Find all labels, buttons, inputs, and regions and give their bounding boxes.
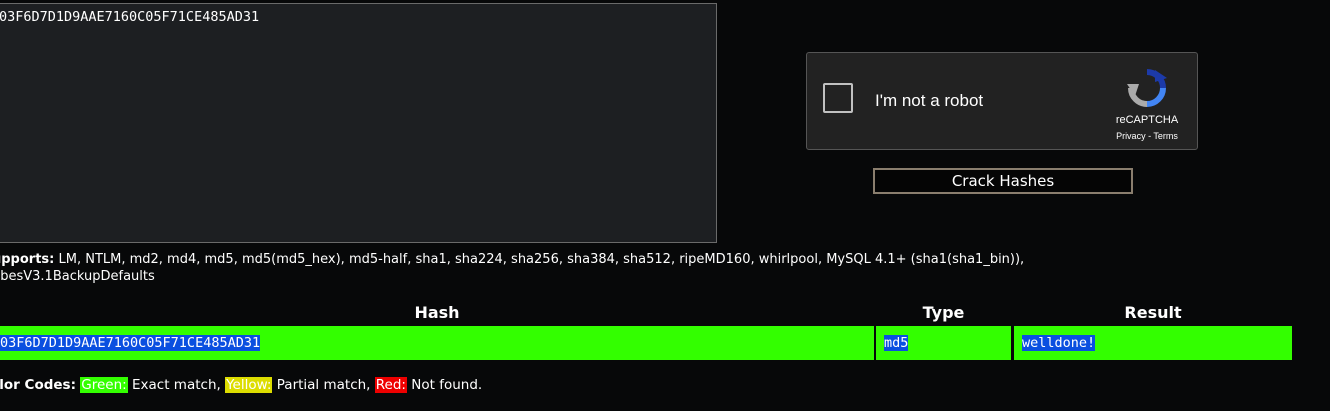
type-column-header: Type: [922, 303, 965, 322]
type-cell-value: md5: [884, 335, 909, 351]
result-column-header: Result: [1124, 303, 1182, 322]
result-cell-value: welldone!: [1022, 335, 1096, 351]
supports-label: upports:: [0, 252, 55, 267]
crack-hashes-button[interactable]: Crack Hashes: [873, 168, 1133, 194]
supports-list: LM, NTLM, md2, md4, md5, md5(md5_hex), m…: [54, 252, 1025, 267]
recaptcha-label: I'm not a robot: [875, 91, 984, 110]
color-codes-legend: olor Codes: Green: Exact match, Yellow: …: [0, 377, 482, 393]
hash-cell: 03F6D7D1D9AAE7160C05F71CE485AD31: [0, 326, 874, 360]
hash-input[interactable]: 03F6D7D1D9AAE7160C05F71CE485AD31: [0, 3, 717, 243]
hash-column-header: Hash: [414, 303, 460, 322]
recaptcha-logo-icon: [1127, 69, 1167, 107]
type-cell: md5: [876, 326, 1011, 360]
recaptcha-brand: reCAPTCHA: [1115, 114, 1179, 126]
privacy-link[interactable]: Privacy: [1116, 131, 1146, 141]
recaptcha-widget: I'm not a robot reCAPTCHA Privacy - Term…: [806, 52, 1198, 150]
red-swatch: Red:: [374, 377, 407, 393]
hash-cell-value: 03F6D7D1D9AAE7160C05F71CE485AD31: [0, 335, 261, 351]
recaptcha-links: Privacy - Terms: [1097, 131, 1197, 141]
green-swatch: Green:: [80, 377, 128, 393]
red-desc: Not found.: [406, 377, 483, 393]
green-desc: Exact match,: [127, 377, 226, 393]
result-cell: welldone!: [1014, 326, 1292, 360]
terms-link[interactable]: Terms: [1153, 131, 1178, 141]
supports-list-cont: ubesV3.1BackupDefaults: [0, 269, 155, 284]
color-codes-label: olor Codes:: [0, 377, 76, 393]
yellow-swatch: Yellow:: [225, 377, 273, 393]
recaptcha-checkbox[interactable]: [823, 83, 853, 113]
yellow-desc: Partial match,: [272, 377, 375, 393]
supports-text: upports: LM, NTLM, md2, md4, md5, md5(md…: [0, 251, 1192, 285]
